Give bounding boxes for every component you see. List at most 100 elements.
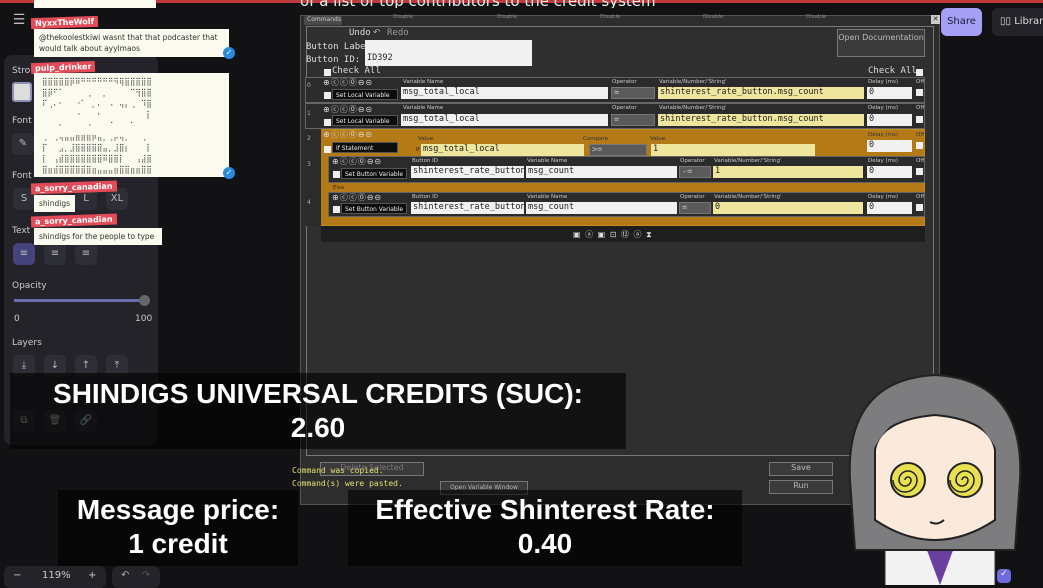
- button-id-input[interactable]: shinterest_rate_button: [411, 166, 524, 178]
- variable-name-input[interactable]: msg_count: [526, 166, 677, 178]
- row-action-icons[interactable]: ⊕ⓒⓒ⓪⊖⊝: [323, 104, 373, 115]
- field-label: Variable/Number/'String': [714, 194, 782, 200]
- command-type[interactable]: Set Local Variable: [332, 115, 398, 126]
- stroke-label: Stro: [12, 66, 31, 76]
- opacity-max: 100: [135, 314, 153, 324]
- operator-select[interactable]: =: [679, 202, 711, 214]
- message-price-caption: Message price: 1 credit: [58, 490, 298, 566]
- row-index: 0: [307, 82, 311, 89]
- row-checkbox[interactable]: [333, 171, 340, 178]
- open-documentation-button[interactable]: Open Documentation: [837, 29, 925, 57]
- redo-button[interactable]: Redo: [387, 28, 409, 38]
- disable-toggle[interactable]: Disable: [600, 14, 620, 20]
- off-checkbox[interactable]: [916, 89, 923, 96]
- run-button[interactable]: Run: [769, 480, 833, 494]
- stroke-color-swatch[interactable]: [12, 82, 32, 102]
- command-type[interactable]: Set Button Variable: [341, 203, 407, 214]
- delay-input[interactable]: 0: [867, 114, 912, 126]
- redo-icon[interactable]: ↷: [142, 570, 150, 581]
- row-index: 1: [307, 110, 311, 117]
- delay-input[interactable]: 0: [867, 166, 912, 178]
- pencil-font-button[interactable]: ✎: [12, 133, 34, 155]
- command-type[interactable]: Set Local Variable: [332, 89, 398, 100]
- opacity-slider-handle[interactable]: [139, 295, 150, 306]
- check-all-checkbox-right[interactable]: [916, 69, 923, 76]
- operator-select[interactable]: =: [611, 114, 655, 126]
- align-right-button[interactable]: ≡: [75, 243, 97, 265]
- operator-select[interactable]: =: [611, 87, 655, 99]
- off-checkbox[interactable]: [916, 204, 923, 211]
- add-command-icons[interactable]: ▣ ⓐ ▣ ⊡ ⑫ ⓐ ⧗: [573, 229, 653, 240]
- button-id-input[interactable]: ID392: [365, 53, 532, 66]
- align-right-icon: ≡: [81, 248, 91, 259]
- menu-button[interactable]: ☰: [8, 12, 30, 34]
- command-type[interactable]: If Statement: [332, 142, 398, 153]
- variable-name-input[interactable]: msg_count: [526, 202, 677, 214]
- zoom-out-button[interactable]: −: [13, 570, 21, 581]
- align-left-button[interactable]: ≡: [13, 243, 35, 265]
- opacity-min: 0: [14, 314, 20, 324]
- button-id-input[interactable]: shinterest_rate_button: [411, 202, 524, 214]
- variable-name-input[interactable]: msg_total_local: [401, 114, 608, 126]
- row-checkbox[interactable]: [324, 92, 331, 99]
- row-action-icons[interactable]: ⊕ⓒⓒ⓪⊖⊝: [323, 77, 373, 88]
- row-checkbox[interactable]: [324, 119, 331, 126]
- field-label: Off: [916, 79, 925, 85]
- if-left-value-input[interactable]: msg_total_local: [421, 144, 584, 156]
- banner-text: of a list of top contributors to the cre…: [300, 0, 820, 8]
- row-action-icons[interactable]: ⊕ⓒⓒ⓪⊖⊝: [332, 192, 382, 203]
- disable-toggle[interactable]: Disable: [497, 14, 517, 20]
- zoom-in-button[interactable]: +: [88, 570, 96, 581]
- compare-select[interactable]: >=: [589, 144, 647, 156]
- field-label: Value: [418, 136, 434, 142]
- rate-value: 0.40: [517, 528, 573, 559]
- opacity-slider-track[interactable]: [14, 299, 148, 302]
- value-input[interactable]: shinterest_rate_button.msg_count: [658, 114, 864, 126]
- align-center-button[interactable]: ≡: [44, 243, 66, 265]
- library-button[interactable]: ▯▯ Library: [992, 8, 1043, 36]
- rate-title: Effective Shinterest Rate:: [375, 494, 715, 525]
- field-label: Variable/Number/'String': [659, 105, 727, 111]
- command-type[interactable]: Set Button Variable: [341, 168, 407, 179]
- if-right-value-input[interactable]: 1: [651, 144, 815, 156]
- check-all-checkbox-left[interactable]: [324, 69, 331, 76]
- chat-message-previous: [34, 0, 156, 8]
- delay-input[interactable]: 0: [867, 202, 912, 214]
- operator-select[interactable]: -=: [679, 166, 711, 178]
- undo-icon[interactable]: ↶: [121, 570, 129, 581]
- off-checkbox[interactable]: [916, 116, 923, 123]
- off-checkbox[interactable]: [916, 142, 923, 149]
- value-input[interactable]: shinterest_rate_button.msg_count: [658, 87, 864, 99]
- disable-toggle[interactable]: Disable: [703, 14, 723, 20]
- field-label: Delay (ms): [868, 79, 899, 85]
- if-label: If: [416, 147, 420, 153]
- text-align-label: Text: [12, 226, 31, 236]
- field-label: Variable Name: [527, 194, 568, 200]
- button-label-input[interactable]: [365, 40, 532, 53]
- disable-toggle[interactable]: Disable: [806, 14, 826, 20]
- row-index: 3: [307, 161, 311, 168]
- row-checkbox[interactable]: [324, 146, 331, 153]
- close-window-button[interactable]: ✕: [931, 15, 940, 24]
- zoom-level[interactable]: 119%: [42, 570, 71, 581]
- disable-toggle[interactable]: Disable: [393, 14, 413, 20]
- undo-arrow-icon: ↶: [373, 28, 381, 38]
- row-checkbox[interactable]: [333, 206, 340, 213]
- field-label: Off: [916, 158, 925, 164]
- share-button[interactable]: Share: [941, 8, 982, 36]
- row-action-icons[interactable]: ⊕ⓒⓒ⓪⊖⊝: [332, 156, 382, 167]
- value-input[interactable]: 1: [713, 166, 863, 178]
- value-input[interactable]: 0: [713, 202, 863, 214]
- vtuber-avatar: [848, 373, 1022, 585]
- undo-button[interactable]: Undo: [349, 28, 371, 38]
- field-label: Variable Name: [403, 79, 444, 85]
- save-button[interactable]: Save: [769, 462, 833, 476]
- delay-input[interactable]: 0: [867, 87, 912, 99]
- delay-input[interactable]: 0: [867, 140, 912, 152]
- commands-tab[interactable]: Commands: [304, 16, 342, 25]
- field-label: Button ID: [412, 158, 439, 164]
- row-action-icons[interactable]: ⊕ⓒⓒ⓪⊖⊝: [323, 129, 373, 140]
- field-label: Delay (ms): [868, 132, 899, 138]
- off-checkbox[interactable]: [916, 168, 923, 175]
- variable-name-input[interactable]: msg_total_local: [401, 87, 608, 99]
